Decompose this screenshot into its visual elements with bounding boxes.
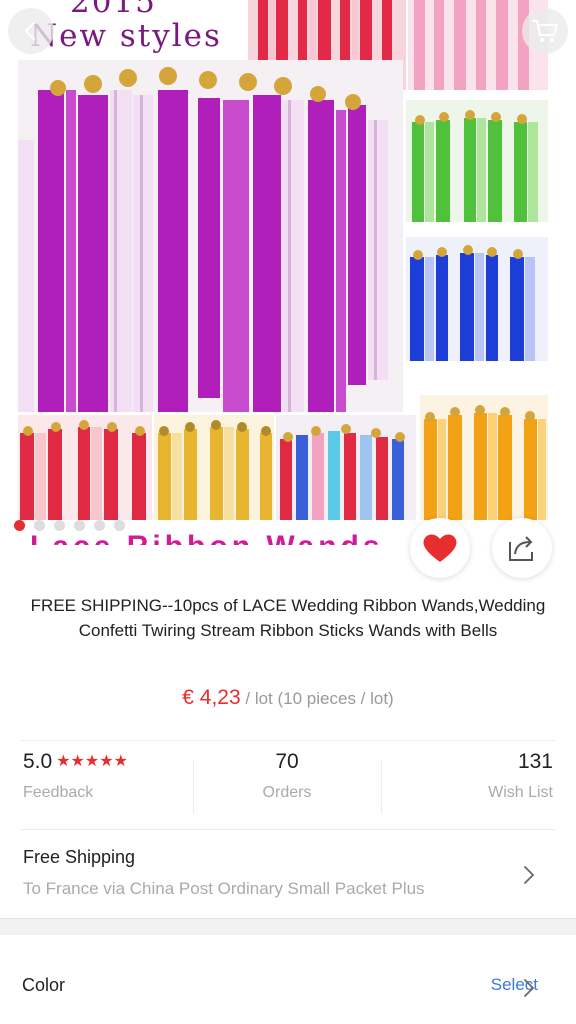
cart-button[interactable] — [522, 8, 568, 54]
feedback-stat[interactable]: 5.0 ★★★★★ Feedback — [23, 750, 128, 828]
photo-red-wands — [18, 415, 152, 520]
photo-green-wands — [406, 100, 548, 222]
photo-blue-wands — [406, 237, 548, 361]
product-photo-collage — [18, 0, 548, 520]
favorite-button[interactable] — [410, 518, 470, 578]
photo-gold-wands — [154, 415, 274, 520]
chevron-left-icon — [24, 21, 36, 41]
carousel-dot[interactable] — [114, 520, 125, 531]
divider — [381, 760, 382, 814]
back-button[interactable] — [8, 8, 54, 54]
wishlist-label: Wish List — [488, 784, 553, 801]
photo-mixed-wands — [276, 415, 416, 520]
shipping-title: Free Shipping — [23, 847, 136, 867]
hero-title-text: New styles — [30, 18, 222, 54]
price-unit: / lot (10 pieces / lot) — [240, 689, 394, 708]
carousel-dot[interactable] — [54, 520, 65, 531]
shipping-subtitle: To France via China Post Ordinary Small … — [23, 879, 425, 898]
carousel-dot[interactable] — [14, 520, 25, 531]
share-button[interactable] — [492, 518, 552, 578]
carousel-dot[interactable] — [74, 520, 85, 531]
price-row: € 4,23 / lot (10 pieces / lot) — [0, 686, 576, 710]
carousel-dot[interactable] — [94, 520, 105, 531]
wishlist-value: 131 — [517, 750, 553, 773]
section-separator — [0, 918, 576, 935]
photo-purple-lace-wands — [18, 60, 403, 412]
orders-value: 70 — [275, 750, 299, 773]
photo-orange-wands — [420, 395, 548, 520]
wishlist-stat[interactable]: 131 Wish List — [488, 750, 553, 828]
feedback-label: Feedback — [23, 784, 94, 801]
product-stats: 5.0 ★★★★★ Feedback 70 Orders 131 Wish Lis… — [0, 750, 576, 828]
chevron-right-icon — [524, 866, 534, 884]
orders-stat[interactable]: 70 Orders — [193, 750, 381, 828]
cart-icon — [532, 20, 558, 42]
orders-label: Orders — [262, 784, 312, 801]
product-price: € 4,23 — [182, 686, 241, 709]
star-rating-icon: ★★★★★ — [56, 753, 128, 770]
share-icon — [509, 536, 533, 561]
hero-banner-text: Lace Ribbon Wands — [30, 533, 384, 545]
color-option-row[interactable]: Color Select — [0, 935, 576, 1024]
carousel-dot[interactable] — [34, 520, 45, 531]
product-image-carousel[interactable]: 2015 New styles Lace Ribbon Wands — [0, 0, 576, 545]
carousel-dots — [14, 520, 125, 531]
heart-icon — [423, 534, 457, 562]
product-title: FREE SHIPPING--10pcs of LACE Wedding Rib… — [30, 596, 546, 640]
rating-value: 5.0 — [23, 750, 53, 773]
chevron-right-icon — [524, 979, 534, 997]
color-label: Color — [22, 975, 66, 995]
hero-year-text: 2015 — [70, 0, 157, 20]
divider — [20, 740, 556, 741]
shipping-row[interactable]: Free Shipping To France via China Post O… — [0, 830, 576, 918]
